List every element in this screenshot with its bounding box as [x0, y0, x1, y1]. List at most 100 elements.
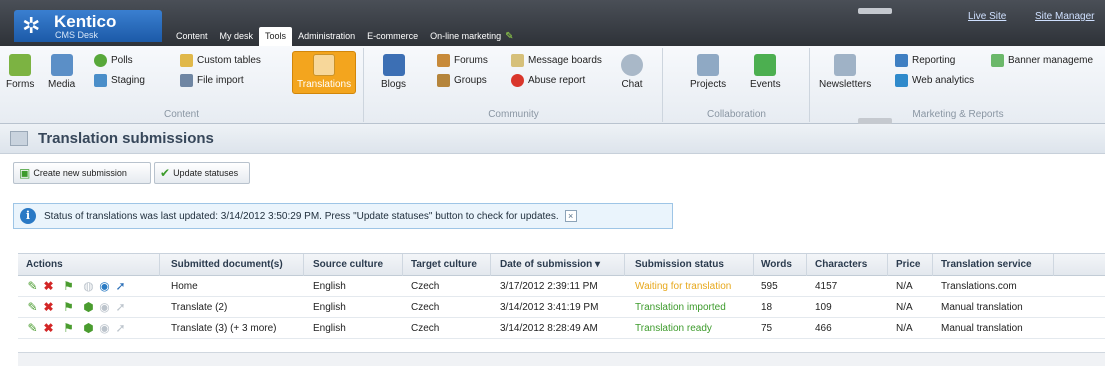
info-message: i Status of translations was last update…	[13, 203, 673, 229]
banner-label: Banner manageme	[1008, 55, 1094, 66]
cell-document: Translate (2)	[171, 302, 228, 313]
cell-date: 3/14/2012 8:28:49 AM	[500, 323, 598, 334]
delete-icon[interactable]: ✖	[42, 301, 55, 314]
cell-source: English	[313, 323, 346, 334]
abuse-report-button[interactable]: Abuse report	[511, 74, 585, 87]
message-boards-button[interactable]: Message boards	[511, 54, 602, 67]
file-import-button[interactable]: File import	[180, 74, 244, 87]
resubmit-icon[interactable]: ⚑	[62, 301, 75, 314]
info-icon: i	[20, 208, 36, 224]
resubmit-icon[interactable]: ⚑	[62, 322, 75, 335]
menu-administration[interactable]: Administration	[292, 27, 361, 46]
cell-characters: 4157	[815, 281, 838, 292]
menu-my-desk[interactable]: My desk	[214, 27, 260, 46]
groups-button[interactable]: Groups	[437, 74, 487, 87]
abuse-report-icon	[511, 74, 524, 87]
staging-label: Staging	[111, 75, 145, 86]
reporting-button[interactable]: Reporting	[895, 54, 955, 67]
translations-button[interactable]: Translations	[292, 51, 357, 94]
process-icon[interactable]: ⬢	[82, 322, 95, 335]
grid-header: Actions Submitted document(s) Source cul…	[18, 254, 1105, 276]
content-group-label: Content	[163, 109, 200, 120]
edit-icon[interactable]: ✎	[26, 280, 39, 293]
projects-label: Projects	[690, 79, 727, 90]
process-icon[interactable]: ⬢	[82, 301, 95, 314]
forums-label: Forums	[454, 55, 488, 66]
header-service[interactable]: Translation service	[941, 259, 1032, 270]
delete-icon[interactable]: ✖	[42, 280, 55, 293]
cell-date: 3/14/2012 3:41:19 PM	[500, 302, 599, 313]
live-site-link[interactable]: Live Site	[968, 11, 1006, 22]
table-row[interactable]: ✎ ✖ ⚑ ⬢ ◉ ➚ Translate (2) English Czech …	[18, 298, 1105, 318]
cell-service: Manual translation	[941, 302, 1023, 313]
edit-icon[interactable]: ✎	[26, 322, 39, 335]
cell-price: N/A	[896, 323, 913, 334]
refresh-icon: ➚	[115, 321, 126, 335]
header-source-culture[interactable]: Source culture	[313, 259, 383, 270]
projects-button[interactable]: Projects	[690, 54, 726, 90]
cell-words: 75	[761, 323, 773, 334]
splitter-handle[interactable]	[858, 8, 892, 14]
column-separator	[159, 254, 160, 276]
menu-content[interactable]: Content	[170, 27, 214, 46]
chat-icon	[621, 54, 643, 76]
staging-button[interactable]: Staging	[94, 74, 145, 87]
web-analytics-button[interactable]: Web analytics	[895, 74, 974, 87]
product-name: CMS Desk	[55, 30, 99, 40]
header-date[interactable]: Date of submission ▾	[500, 259, 600, 270]
media-button[interactable]: Media	[48, 54, 75, 90]
column-separator	[303, 254, 304, 276]
page-title-bar: Translation submissions	[0, 124, 1105, 154]
blogs-button[interactable]: Blogs	[381, 54, 406, 90]
newsletters-button[interactable]: Newsletters	[819, 54, 871, 90]
resubmit-icon[interactable]: ⚑	[62, 280, 75, 293]
header-status[interactable]: Submission status	[635, 259, 724, 270]
chat-button[interactable]: Chat	[621, 54, 643, 90]
refresh-icon[interactable]: ➚	[114, 280, 127, 293]
header-words[interactable]: Words	[761, 259, 792, 270]
forums-button[interactable]: Forums	[437, 54, 488, 67]
events-button[interactable]: Events	[750, 54, 781, 90]
header-characters[interactable]: Characters	[815, 259, 867, 270]
events-label: Events	[750, 79, 781, 90]
translate-icon[interactable]: ◉	[98, 280, 111, 293]
column-separator	[1053, 254, 1054, 276]
menu-online-marketing[interactable]: On-line marketing ✎	[424, 27, 519, 46]
kentico-logo[interactable]: ✲ Kentico CMS Desk	[14, 10, 162, 42]
info-message-text: Status of translations was last updated:…	[44, 210, 559, 222]
polls-button[interactable]: Polls	[94, 54, 133, 67]
banner-management-button[interactable]: Banner manageme	[991, 54, 1093, 67]
add-document-icon: ▣	[19, 166, 31, 180]
delete-icon[interactable]: ✖	[42, 322, 55, 335]
menu-ecommerce[interactable]: E-commerce	[361, 27, 424, 46]
ribbon-group-content: Forms Media Polls Staging Custom tables …	[0, 48, 364, 122]
cell-target: Czech	[411, 323, 440, 334]
message-boards-label: Message boards	[528, 55, 602, 66]
translation-submissions-icon	[10, 131, 28, 146]
close-icon[interactable]: ×	[564, 210, 577, 222]
header-price[interactable]: Price	[896, 259, 920, 270]
polls-label: Polls	[111, 55, 133, 66]
custom-tables-button[interactable]: Custom tables	[180, 54, 261, 67]
create-submission-label: Create new submission	[33, 168, 127, 178]
table-row[interactable]: ✎ ✖ ⚑ ⬢ ◉ ➚ Translate (3) (+ 3 more) Eng…	[18, 319, 1105, 339]
abuse-report-label: Abuse report	[528, 75, 586, 86]
column-separator	[806, 254, 807, 276]
menu-tools[interactable]: Tools	[259, 27, 293, 46]
table-row[interactable]: ✎ ✖ ⚑ ◍ ◉ ➚ Home English Czech 3/17/2012…	[18, 277, 1105, 297]
column-separator	[932, 254, 933, 276]
header-target-culture[interactable]: Target culture	[411, 259, 477, 270]
edit-icon[interactable]: ✎	[26, 301, 39, 314]
header-document[interactable]: Submitted document(s)	[171, 259, 283, 270]
update-statuses-button[interactable]: ✔ Update statuses	[154, 162, 250, 184]
brand-name: Kentico	[54, 12, 117, 31]
custom-tables-icon	[180, 54, 193, 67]
cell-target: Czech	[411, 281, 440, 292]
site-manager-link[interactable]: Site Manager	[1035, 11, 1094, 22]
ribbon: Forms Media Polls Staging Custom tables …	[0, 46, 1105, 124]
create-new-submission-button[interactable]: ▣ Create new submission	[13, 162, 151, 184]
cell-service: Manual translation	[941, 323, 1023, 334]
column-separator	[887, 254, 888, 276]
forms-button[interactable]: Forms	[6, 54, 34, 90]
column-separator	[753, 254, 754, 276]
